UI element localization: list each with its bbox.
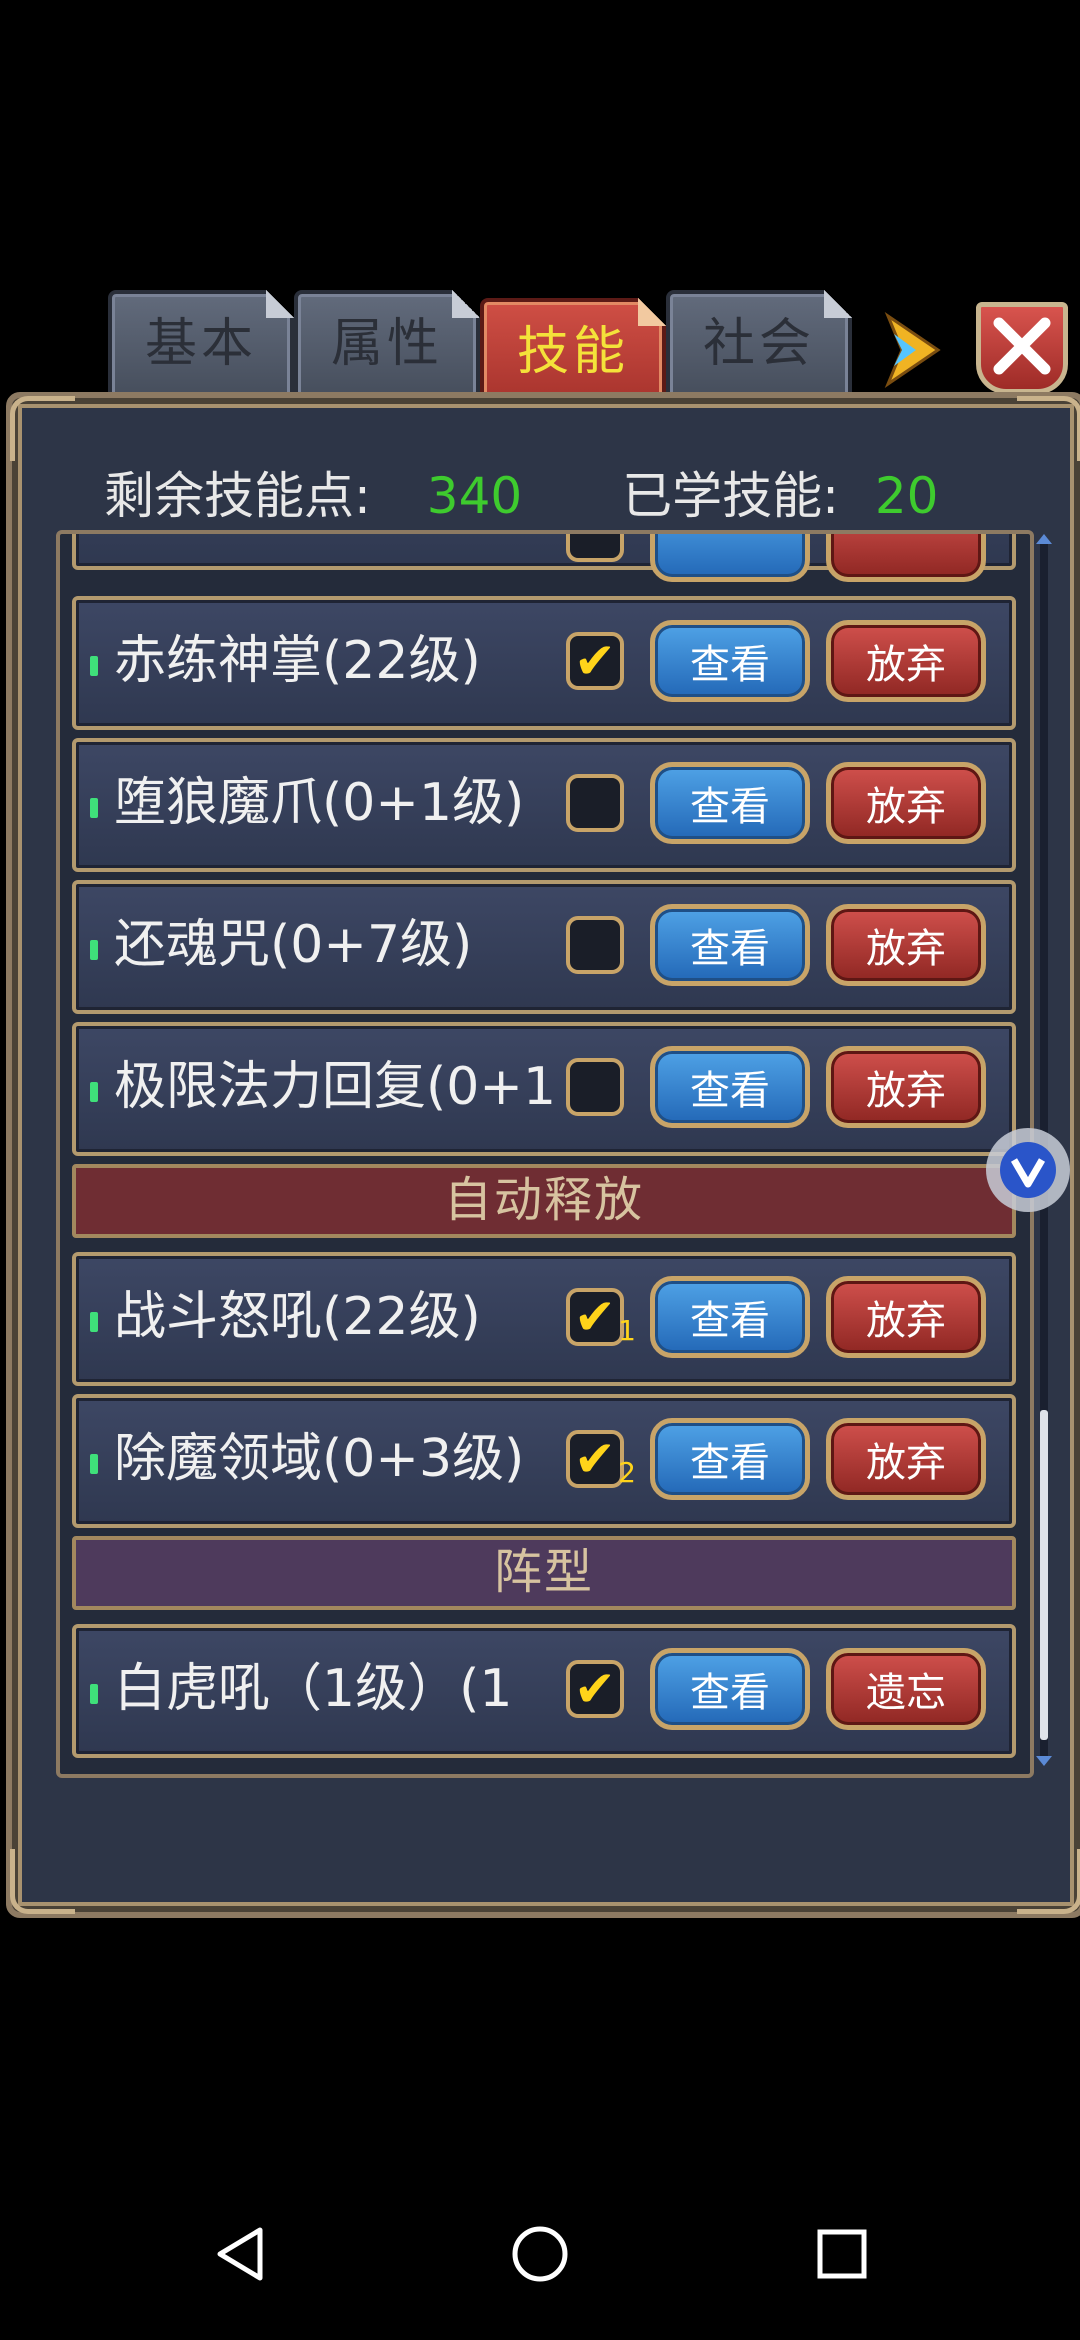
view-button[interactable]: 查看 [650,1648,810,1730]
view-button[interactable]: 查看 [650,1046,810,1128]
skill-checkbox[interactable] [566,916,624,974]
skill-row: 赤练神掌(22级) ✔ 查看 放弃 [72,596,1016,730]
abandon-button[interactable]: 放弃 [826,620,986,702]
abandon-button[interactable]: 放弃 [826,1418,986,1500]
skill-checkbox[interactable]: ✔ [566,1660,624,1718]
skill-name: 白虎吼（1级）(1 [114,1659,513,1719]
scroll-down-arrow-icon[interactable] [1036,1756,1052,1766]
tab-social[interactable]: 社会 [666,290,852,404]
skill-list[interactable]: 赤练神掌(22级) ✔ 查看 放弃 堕狼魔爪(0+1级) 查看 放弃 还魂咒(0… [56,530,1034,1778]
home-nav-icon[interactable] [510,2224,570,2288]
skill-name: 赤练神掌(22级) [114,631,481,691]
skill-name: 战斗怒吼(22级) [114,1287,481,1347]
remaining-points-value: 340 [426,467,523,525]
skill-name: 除魔领域(0+3级) [114,1429,525,1489]
learned-skills-label: 已学技能: [622,467,839,525]
skill-row: 极限法力回复(0+1 查看 放弃 [72,1022,1016,1156]
skill-checkbox[interactable] [566,774,624,832]
skill-checkbox[interactable]: ✔ 2 [566,1430,636,1489]
abandon-button[interactable]: 放弃 [826,1276,986,1358]
remaining-points-label: 剩余技能点: [104,467,371,525]
skill-row: 除魔领域(0+3级) ✔ 2 查看 放弃 [72,1394,1016,1528]
tab-skills-label: 技能 [516,322,629,382]
skill-checkbox[interactable]: ✔ 1 [566,1288,636,1347]
view-button[interactable]: 查看 [650,1276,810,1358]
skill-checkbox[interactable]: ✔ [566,632,624,690]
view-button[interactable]: 查看 [650,1418,810,1500]
skill-name: 极限法力回复(0+1 [114,1057,557,1117]
skill-row: 还魂咒(0+7级) 查看 放弃 [72,880,1016,1014]
close-button[interactable] [976,302,1068,394]
close-icon [993,317,1051,375]
forget-button[interactable]: 遗忘 [826,1648,986,1730]
abandon-button[interactable]: 放弃 [826,1046,986,1128]
auto-order-index: 2 [618,1456,636,1489]
auto-order-index: 1 [618,1314,636,1347]
skill-checkbox[interactable] [566,1058,624,1116]
section-header-auto-release: 自动释放 [72,1164,1016,1238]
scroll-up-arrow-icon[interactable] [1036,534,1052,544]
tab-attributes[interactable]: 属性 [294,290,480,404]
skill-name: 还魂咒(0+7级) [114,915,473,975]
scrollbar-thumb[interactable] [1040,1410,1048,1740]
arrow-right-icon[interactable] [880,311,942,389]
skill-name: 堕狼魔爪(0+1级) [114,773,525,833]
tab-basic-label: 基本 [144,314,257,374]
learned-skills-value: 20 [874,467,939,525]
skill-summary: 剩余技能点: 340 已学技能: 20 [104,456,939,528]
back-nav-icon[interactable] [212,2224,272,2288]
abandon-button[interactable]: 放弃 [826,904,986,986]
tab-basic[interactable]: 基本 [108,290,294,404]
abandon-button[interactable]: 放弃 [826,762,986,844]
recents-nav-icon[interactable] [812,2224,872,2288]
skill-row: 战斗怒吼(22级) ✔ 1 查看 放弃 [72,1252,1016,1386]
v-badge-icon[interactable] [986,1128,1070,1212]
skill-row-partial [72,534,1016,582]
view-button[interactable]: 查看 [650,904,810,986]
skill-row: 堕狼魔爪(0+1级) 查看 放弃 [72,738,1016,872]
tab-social-label: 社会 [702,314,815,374]
tab-attributes-label: 属性 [330,314,443,374]
section-header-formation: 阵型 [72,1536,1016,1610]
view-button[interactable]: 查看 [650,762,810,844]
skill-row: 白虎吼（1级）(1 ✔ 查看 遗忘 [72,1624,1016,1758]
view-button[interactable]: 查看 [650,620,810,702]
